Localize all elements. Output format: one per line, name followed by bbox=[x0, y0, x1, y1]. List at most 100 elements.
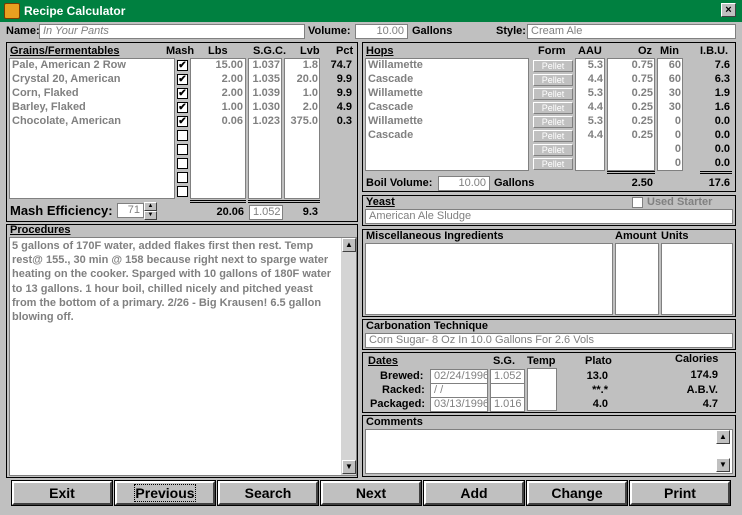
misc-ingredients-list[interactable] bbox=[365, 243, 613, 315]
mash-checkbox[interactable] bbox=[177, 186, 188, 197]
grain-sgc[interactable]: 1.023 bbox=[248, 115, 280, 127]
hop-min[interactable]: 30 bbox=[657, 101, 681, 113]
recipe-name-field[interactable]: In Your Pants bbox=[39, 24, 305, 39]
brewed-sg-field[interactable]: 1.052 bbox=[490, 369, 525, 384]
brewed-date-field[interactable]: 02/24/1996 bbox=[430, 369, 488, 384]
hop-oz[interactable]: 0.75 bbox=[607, 59, 653, 71]
grain-lvb[interactable]: 1.8 bbox=[284, 59, 318, 71]
hop-form-button[interactable]: Pellet bbox=[533, 144, 573, 156]
previous-button[interactable]: Previous bbox=[114, 480, 216, 506]
mash-checkbox[interactable] bbox=[177, 144, 188, 155]
hop-form-button[interactable]: Pellet bbox=[533, 158, 573, 170]
packaged-date-field[interactable]: 03/13/1996 bbox=[430, 397, 488, 412]
mash-checkbox[interactable]: ✔ bbox=[177, 88, 188, 99]
hop-oz[interactable]: 0.75 bbox=[607, 73, 653, 85]
volume-field[interactable]: 10.00 bbox=[355, 24, 408, 39]
close-icon[interactable]: × bbox=[721, 3, 736, 17]
carbonation-field[interactable]: Corn Sugar- 8 Oz In 10.0 Gallons For 2.6… bbox=[365, 333, 733, 348]
mash-checkbox[interactable] bbox=[177, 172, 188, 183]
hop-aau[interactable]: 5.3 bbox=[575, 59, 603, 71]
procedures-scroll-down-icon[interactable]: ▼ bbox=[342, 460, 356, 474]
yeast-field[interactable]: American Ale Sludge bbox=[365, 209, 733, 224]
print-button[interactable]: Print bbox=[629, 480, 731, 506]
mash-checkbox[interactable]: ✔ bbox=[177, 102, 188, 113]
search-button[interactable]: Search bbox=[217, 480, 319, 506]
hop-min[interactable]: 0 bbox=[657, 129, 681, 141]
hop-oz[interactable]: 0.25 bbox=[607, 87, 653, 99]
hop-aau[interactable]: 4.4 bbox=[575, 101, 603, 113]
mash-checkbox[interactable]: ✔ bbox=[177, 116, 188, 127]
grain-lbs[interactable]: 0.06 bbox=[190, 115, 243, 127]
change-button[interactable]: Change bbox=[526, 480, 628, 506]
used-starter-checkbox[interactable] bbox=[632, 197, 643, 208]
procedures-textarea[interactable]: 5 gallons of 170F water, added flakes fi… bbox=[9, 237, 357, 476]
grain-sgc[interactable]: 1.039 bbox=[248, 87, 280, 99]
hop-name[interactable]: Willamette bbox=[368, 87, 423, 99]
hop-oz[interactable]: 0.25 bbox=[607, 115, 653, 127]
grain-sgc[interactable]: 1.030 bbox=[248, 101, 280, 113]
temp-column-box[interactable] bbox=[527, 368, 557, 411]
racked-sg-field[interactable] bbox=[490, 383, 525, 398]
grain-lvb[interactable]: 1.0 bbox=[284, 87, 318, 99]
mash-checkbox[interactable] bbox=[177, 158, 188, 169]
style-field[interactable]: Cream Ale bbox=[527, 24, 736, 39]
hop-aau[interactable]: 5.3 bbox=[575, 115, 603, 127]
mash-checkbox[interactable]: ✔ bbox=[177, 74, 188, 85]
mash-efficiency-down-icon[interactable]: ▼ bbox=[144, 211, 157, 220]
packaged-sg-field[interactable]: 1.016 bbox=[490, 397, 525, 412]
add-button[interactable]: Add bbox=[423, 480, 525, 506]
hop-aau[interactable]: 4.4 bbox=[575, 129, 603, 141]
hop-form-button[interactable]: Pellet bbox=[533, 102, 573, 114]
procedures-scroll-up-icon[interactable]: ▲ bbox=[342, 238, 356, 252]
hop-name[interactable]: Cascade bbox=[368, 101, 413, 113]
hop-name[interactable]: Willamette bbox=[368, 115, 423, 127]
hop-aau[interactable]: 4.4 bbox=[575, 73, 603, 85]
hop-form-button[interactable]: Pellet bbox=[533, 60, 573, 72]
hop-form-button[interactable]: Pellet bbox=[533, 130, 573, 142]
racked-date-field[interactable]: / / bbox=[430, 383, 488, 398]
hop-oz[interactable]: 0.25 bbox=[607, 129, 653, 141]
mash-checkbox[interactable] bbox=[177, 130, 188, 141]
hop-min[interactable]: 0 bbox=[657, 143, 681, 155]
mash-checkbox[interactable]: ✔ bbox=[177, 60, 188, 71]
grain-lbs[interactable]: 15.00 bbox=[190, 59, 243, 71]
misc-units-list[interactable] bbox=[661, 243, 733, 315]
boil-volume-field[interactable]: 10.00 bbox=[438, 176, 490, 191]
hop-min[interactable]: 30 bbox=[657, 87, 681, 99]
grain-lvb[interactable]: 375.0 bbox=[284, 115, 318, 127]
hop-aau[interactable]: 5.3 bbox=[575, 87, 603, 99]
hop-min[interactable]: 0 bbox=[657, 157, 681, 169]
comments-textarea[interactable] bbox=[365, 429, 733, 474]
hop-form-button[interactable]: Pellet bbox=[533, 116, 573, 128]
hop-min[interactable]: 0 bbox=[657, 115, 681, 127]
mash-efficiency-up-icon[interactable]: ▲ bbox=[144, 202, 157, 211]
misc-amount-list[interactable] bbox=[615, 243, 659, 315]
hop-form-button[interactable]: Pellet bbox=[533, 88, 573, 100]
grain-lbs[interactable]: 2.00 bbox=[190, 73, 243, 85]
grain-lbs[interactable]: 1.00 bbox=[190, 101, 243, 113]
comments-scroll-up-icon[interactable]: ▲ bbox=[716, 430, 730, 444]
hop-oz[interactable]: 0.25 bbox=[607, 101, 653, 113]
misc-title: Miscellaneous Ingredients bbox=[366, 230, 504, 242]
grain-sgc[interactable]: 1.037 bbox=[248, 59, 280, 71]
grain-name[interactable]: Pale, American 2 Row bbox=[12, 59, 126, 71]
hop-name[interactable]: Willamette bbox=[368, 59, 423, 71]
hop-min[interactable]: 60 bbox=[657, 59, 681, 71]
comments-scroll-down-icon[interactable]: ▼ bbox=[716, 458, 730, 472]
hop-name[interactable]: Cascade bbox=[368, 73, 413, 85]
next-button[interactable]: Next bbox=[320, 480, 422, 506]
grain-sgc[interactable]: 1.035 bbox=[248, 73, 280, 85]
mash-efficiency-field[interactable]: 71 bbox=[117, 203, 144, 218]
hop-min[interactable]: 60 bbox=[657, 73, 681, 85]
grain-name[interactable]: Crystal 20, American bbox=[12, 73, 120, 85]
grain-lvb[interactable]: 2.0 bbox=[284, 101, 318, 113]
hop-name[interactable]: Cascade bbox=[368, 129, 413, 141]
grain-lvb[interactable]: 20.0 bbox=[284, 73, 318, 85]
grain-name[interactable]: Chocolate, American bbox=[12, 115, 121, 127]
hop-form-button[interactable]: Pellet bbox=[533, 74, 573, 86]
grain-name[interactable]: Corn, Flaked bbox=[12, 87, 79, 99]
procedures-scrollbar[interactable] bbox=[341, 238, 356, 475]
grain-lbs[interactable]: 2.00 bbox=[190, 87, 243, 99]
exit-button[interactable]: Exit bbox=[11, 480, 113, 506]
grain-name[interactable]: Barley, Flaked bbox=[12, 101, 86, 113]
